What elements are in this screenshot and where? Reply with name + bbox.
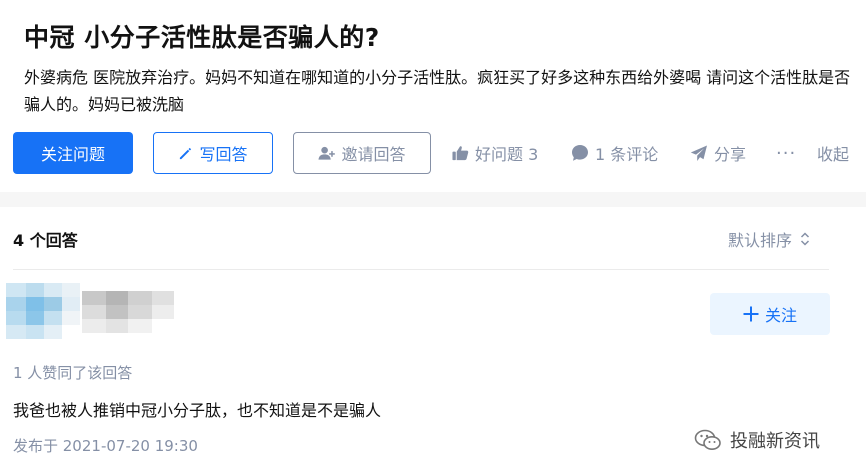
header-divider xyxy=(13,269,829,270)
vote-count: 1 人赞同了该回答 xyxy=(13,364,133,382)
fold-label: 收起 xyxy=(817,145,850,164)
share-paper-plane-icon xyxy=(690,145,708,162)
follow-author-button[interactable]: 关注 xyxy=(710,293,830,335)
plus-icon xyxy=(743,306,759,322)
wechat-icon xyxy=(694,428,722,452)
sort-dropdown[interactable]: 默认排序 xyxy=(728,227,810,251)
question-description: 外婆病危 医院放弃治疗。妈妈不知道在哪知道的小分子活性肽。疯狂买了好多这种东西给… xyxy=(24,68,851,114)
invite-answer-button[interactable]: 邀请回答 xyxy=(293,132,431,174)
answer-count: 4 个回答 xyxy=(13,231,78,250)
write-answer-button[interactable]: 写回答 xyxy=(153,132,273,174)
publish-time[interactable]: 发布于 2021-07-20 19:30 xyxy=(13,435,198,456)
more-button[interactable]: ··· xyxy=(776,132,796,174)
author-name[interactable] xyxy=(82,283,174,339)
pencil-icon xyxy=(178,146,193,161)
watermark: 投融新资讯 xyxy=(694,427,820,453)
sort-label: 默认排序 xyxy=(728,231,793,250)
follow-question-label: 关注问题 xyxy=(40,145,105,164)
invite-user-icon xyxy=(318,145,336,161)
good-question-button[interactable]: 好问题 3 xyxy=(452,132,538,174)
question-actions: 关注问题 写回答 邀请回答 好问题 3 1 条评论 分享 ··· 收起 xyxy=(0,132,866,174)
answer-content[interactable]: 我爸也被人推销中冠小分子肽，也不知道是不是骗人 xyxy=(13,397,381,421)
share-button[interactable]: 分享 xyxy=(690,132,746,174)
share-label: 分享 xyxy=(714,145,747,164)
follow-question-button[interactable]: 关注问题 xyxy=(13,132,133,174)
sort-chevron-icon xyxy=(800,232,810,246)
good-question-label: 好问题 3 xyxy=(475,145,539,164)
comment-bubble-icon xyxy=(571,144,589,162)
answers-card: 4 个回答 默认排序 关注 1 人赞同了该回答 我爸也被人推销中冠小分子肽，也不… xyxy=(0,207,866,471)
question-title[interactable]: 中冠 小分子活性肽是否骗人的? xyxy=(24,18,380,54)
watermark-text: 投融新资讯 xyxy=(730,431,820,452)
write-answer-label: 写回答 xyxy=(199,145,248,164)
thumb-up-icon xyxy=(452,145,469,161)
follow-author-label: 关注 xyxy=(764,306,797,325)
fold-button[interactable]: 收起 xyxy=(817,132,849,174)
avatar[interactable] xyxy=(6,283,80,339)
comment-label: 1 条评论 xyxy=(595,145,659,164)
more-label: ··· xyxy=(776,142,797,164)
question-card: 中冠 小分子活性肽是否骗人的? 外婆病危 医院放弃治疗。妈妈不知道在哪知道的小分… xyxy=(0,0,866,192)
comment-button[interactable]: 1 条评论 xyxy=(571,132,658,174)
invite-answer-label: 邀请回答 xyxy=(341,145,406,164)
